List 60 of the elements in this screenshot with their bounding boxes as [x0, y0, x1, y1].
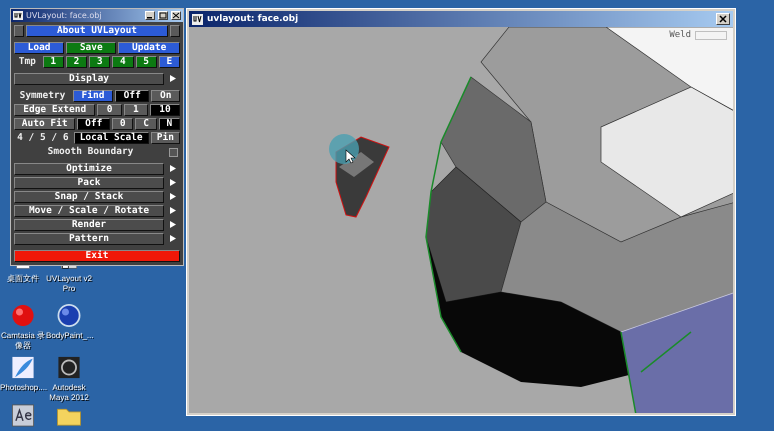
menu-button[interactable]: Move / Scale / Rotate — [14, 205, 164, 217]
panel-button[interactable]: 4 — [112, 56, 134, 68]
minimize-button[interactable] — [145, 11, 155, 20]
option-label: Tmp — [18, 56, 37, 68]
close-icon — [172, 12, 180, 19]
desktop-icon-label[interactable]: UVLayout v2 Pro — [46, 274, 92, 294]
panel-button[interactable]: Local Scale — [74, 132, 149, 144]
menu-button[interactable]: Render — [14, 219, 164, 231]
panel-button[interactable]: Update — [118, 42, 180, 54]
panel-button[interactable]: 3 — [89, 56, 110, 68]
option-label: Symmetry — [18, 90, 66, 102]
about-button[interactable]: About UVLayout — [26, 25, 168, 37]
option-label: Smooth Boundary — [46, 146, 134, 158]
menu-button[interactable]: Pattern — [14, 233, 164, 245]
close-icon — [719, 15, 727, 23]
panel-button[interactable]: Off — [115, 90, 150, 102]
menu-button[interactable]: Optimize — [14, 163, 164, 175]
panel-button[interactable]: Edge Extend — [14, 104, 96, 116]
panel-button[interactable]: On — [151, 90, 180, 102]
maximize-icon — [159, 12, 167, 19]
menu-button[interactable]: Display — [14, 73, 164, 85]
desktop-icon-label[interactable]: BodyPaint_... — [46, 331, 92, 341]
window-title: uvlayout: face.obj — [207, 14, 300, 24]
desktop-icon-label[interactable]: Autodesk Maya 2012 — [46, 383, 92, 403]
mouse-pointer-icon — [346, 149, 356, 164]
panel-button[interactable]: N — [158, 118, 180, 130]
panel-button[interactable]: Save — [66, 42, 116, 54]
close-button[interactable] — [171, 11, 181, 20]
desktop-icon-label[interactable]: 桌面文件 — [7, 274, 39, 284]
weld-field[interactable] — [695, 30, 727, 40]
app-icon — [192, 14, 203, 24]
panel-button[interactable]: C — [135, 118, 157, 130]
brush-cursor-icon — [329, 134, 359, 164]
panel-button[interactable]: Auto Fit — [14, 118, 76, 130]
weld-label: Weld — [669, 30, 691, 40]
app-icon — [13, 11, 23, 20]
panel-button[interactable]: Find — [72, 90, 114, 102]
panel-button[interactable]: 2 — [66, 56, 88, 68]
expand-arrow-icon[interactable] — [170, 75, 176, 82]
panel-button[interactable]: 1 — [42, 56, 64, 68]
panel-button[interactable]: 1 — [124, 104, 148, 116]
panel-button[interactable]: Exit — [14, 250, 180, 262]
menu-button[interactable]: Snap / Stack — [14, 191, 164, 203]
window-title: UVLayout: face.obj — [26, 11, 103, 20]
panel-handle[interactable] — [170, 25, 180, 37]
panel-button[interactable]: Off — [77, 118, 110, 130]
maximize-button[interactable] — [158, 11, 168, 20]
panel-button[interactable]: Load — [14, 42, 64, 54]
panel-handle[interactable] — [14, 25, 24, 37]
panel-button[interactable]: 5 — [136, 56, 157, 68]
desktop-icon-label[interactable]: Photoshop.... — [0, 383, 46, 393]
panel-button[interactable]: 0 — [112, 118, 134, 130]
menu-button[interactable]: Pack — [14, 177, 164, 189]
panel-button[interactable]: Pin — [150, 132, 180, 144]
panel-button[interactable]: 0 — [97, 104, 122, 116]
panel-button[interactable]: 10 — [150, 104, 180, 116]
desktop-icon-label[interactable]: Camtasia 录像器 — [0, 331, 46, 351]
panel-button[interactable]: E — [158, 56, 180, 68]
option-label: 4 / 5 / 6 — [16, 132, 70, 144]
checkbox[interactable] — [169, 148, 178, 157]
